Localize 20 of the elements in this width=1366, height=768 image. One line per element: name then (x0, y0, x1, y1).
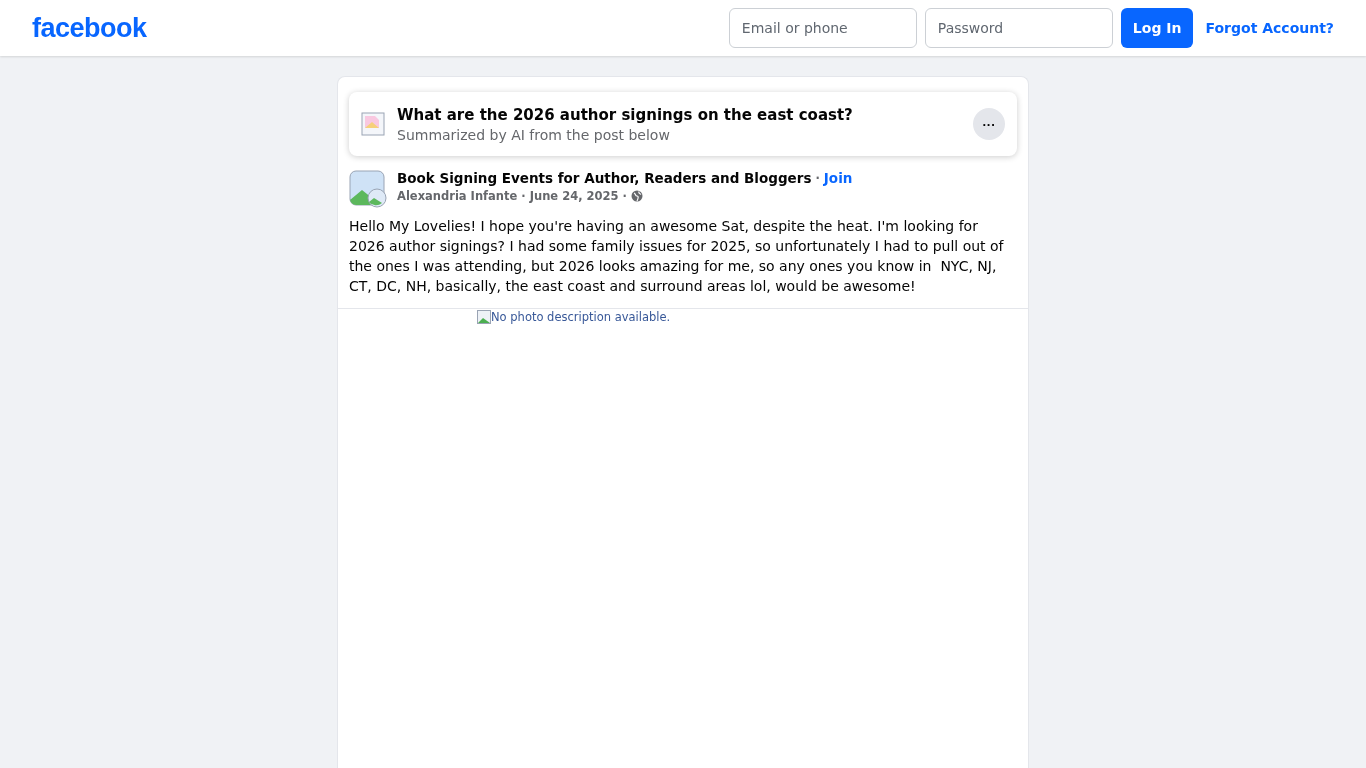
group-avatar-icon[interactable] (349, 170, 387, 208)
globe-icon (630, 190, 643, 202)
join-link[interactable]: Join (823, 170, 853, 186)
separator-dot: · (815, 171, 820, 185)
login-button[interactable]: Log In (1120, 8, 1194, 48)
broken-image-icon (361, 112, 385, 136)
more-button[interactable]: ··· (973, 108, 1005, 140)
post-text: Hello My Lovelies! I hope you're having an awesome Sat, despite the heat. I'm looking for 2026 author signings? I had some family issues for 2025, so unfortunately I had to pull out of the ones I was attending, but 2026 looks amazing for me, so any ones you know in NYC, NJ, CT, DC, NH, basically, the east coast and surround areas lol, would be awesome! (349, 217, 1005, 296)
group-name-link[interactable]: Book Signing Events for Author, Readers and Bloggers (397, 170, 812, 186)
forgot-account-link[interactable]: Forgot Account? (1205, 20, 1334, 36)
email-field[interactable]: Email or phone (728, 8, 917, 48)
author-name[interactable]: Alexandria Infante (397, 189, 518, 203)
post-date[interactable]: June 24, 2025 (529, 189, 619, 203)
summary-subtitle: Summarized by AI from the post below (397, 126, 671, 143)
facebook-logo[interactable]: facebook (32, 12, 147, 44)
image-alt-text: No photo description available. (491, 310, 671, 324)
separator-dot: · (622, 189, 627, 203)
summary-title: What are the 2026 author signings on the east coast? (397, 105, 854, 124)
separator-dot: · (521, 189, 526, 203)
password-field[interactable]: Password (924, 8, 1113, 48)
